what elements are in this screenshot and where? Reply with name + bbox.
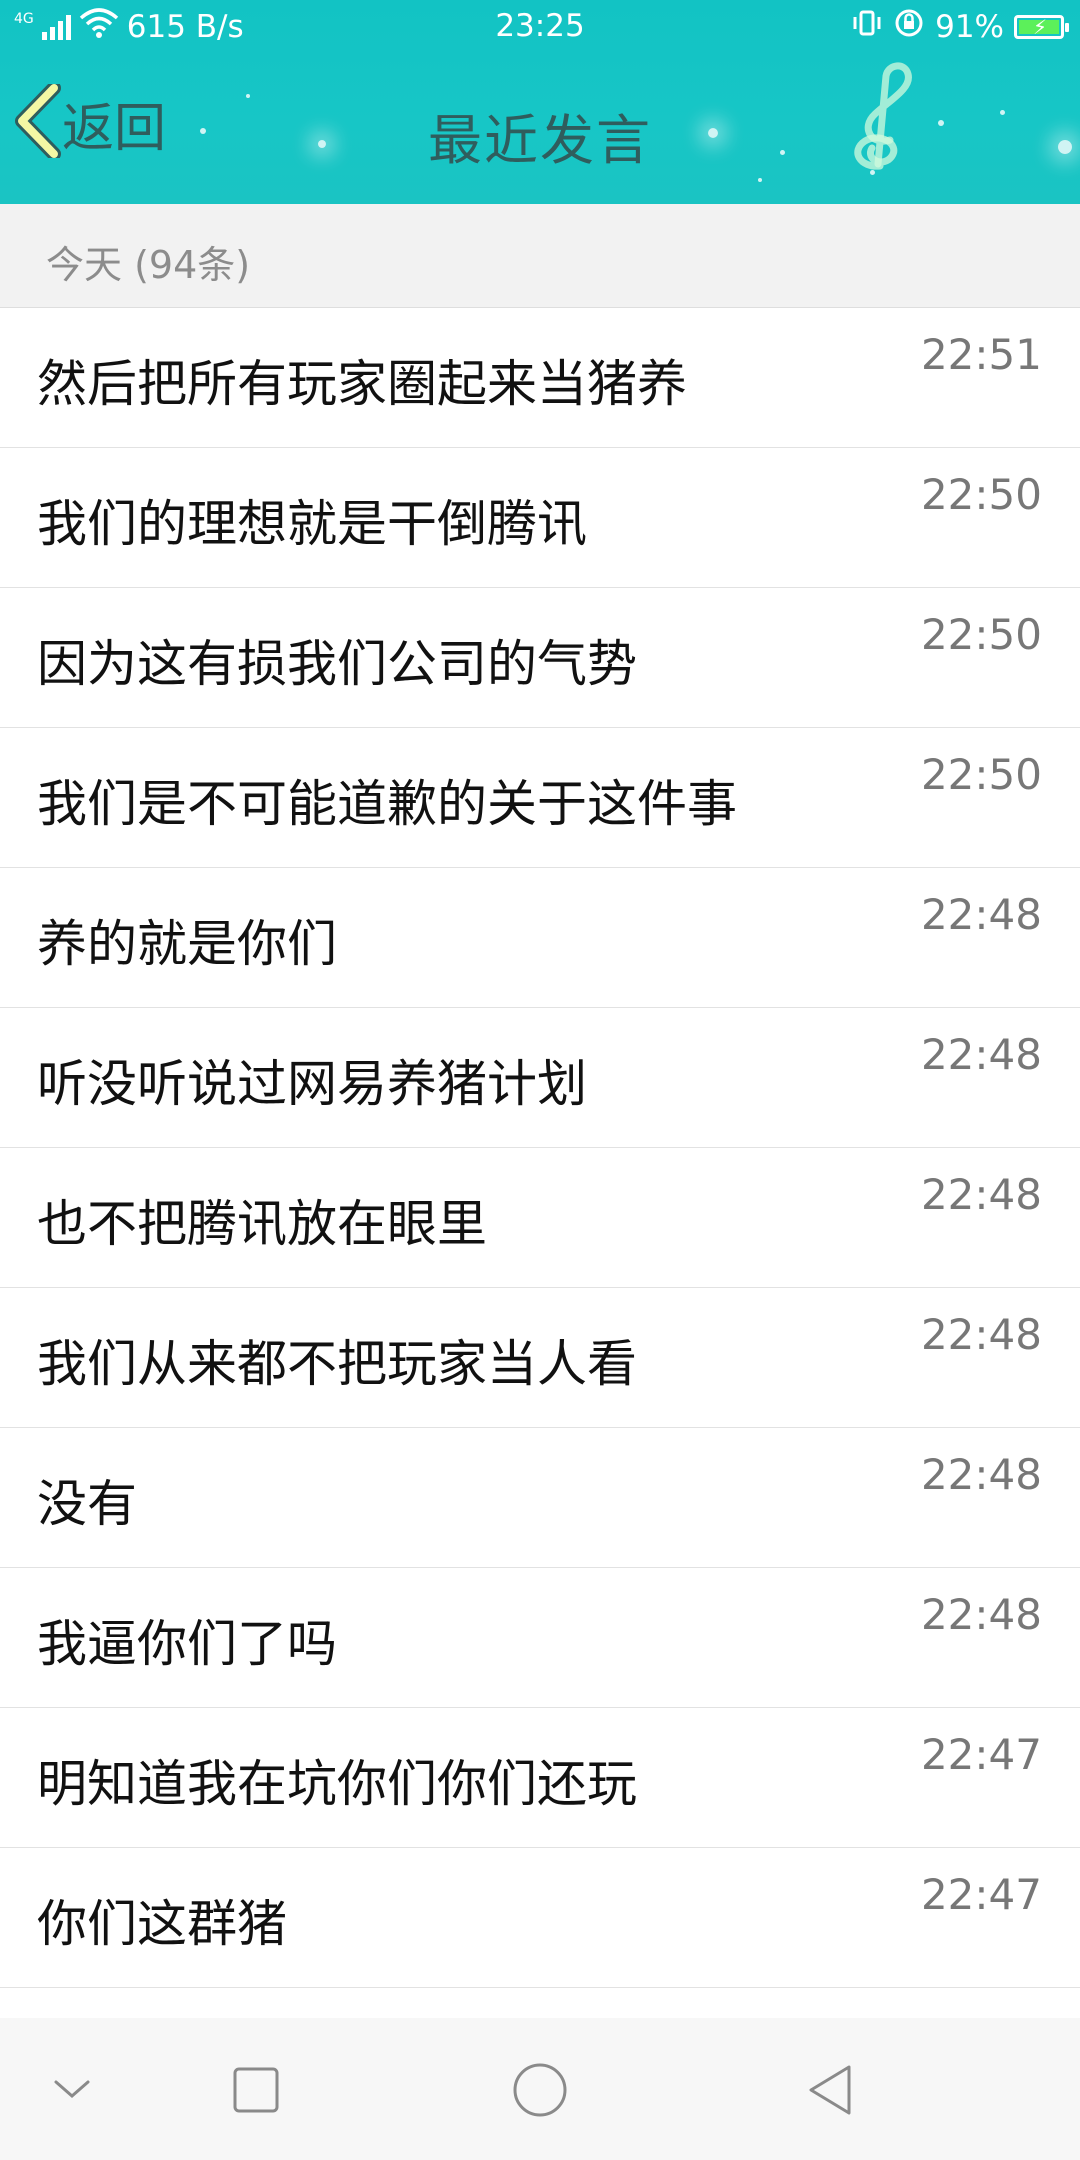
message-time: 22:48 <box>920 1590 1042 1639</box>
battery-charging-icon: ⚡ <box>1014 15 1069 39</box>
message-text: 因为这有损我们公司的气势 <box>37 635 637 693</box>
message-time: 22:50 <box>920 610 1042 659</box>
message-time: 22:48 <box>920 1450 1042 1499</box>
message-time: 22:50 <box>920 750 1042 799</box>
status-right: 91% ⚡ <box>851 8 1069 46</box>
list-item[interactable]: 我们的理想就是干倒腾讯 22:50 <box>0 448 1080 588</box>
message-text: 没有 <box>37 1475 137 1533</box>
rotation-lock-icon <box>893 8 925 46</box>
list-item[interactable]: 你们这群猪 22:47 <box>0 1848 1080 1988</box>
message-text: 我们的理想就是干倒腾讯 <box>37 495 587 553</box>
message-time: 22:48 <box>920 1030 1042 1079</box>
message-text: 我逼你们了吗 <box>37 1615 337 1673</box>
navigation-bar <box>0 2018 1080 2160</box>
message-text: 我们从来都不把玩家当人看 <box>37 1335 637 1393</box>
list-item[interactable]: 然后把所有玩家圈起来当猪养 22:51 <box>0 308 1080 448</box>
message-text: 也不把腾讯放在眼里 <box>37 1195 487 1253</box>
music-note-icon <box>820 56 930 180</box>
chevron-down-icon[interactable] <box>36 2054 108 2126</box>
vibrate-icon <box>851 8 883 46</box>
section-label: 今天 (94条) <box>46 243 251 287</box>
section-header: 今天 (94条) <box>0 204 1080 308</box>
message-text: 明知道我在坑你们你们还玩 <box>37 1755 637 1813</box>
back-triangle-icon[interactable] <box>794 2054 866 2126</box>
message-time: 22:48 <box>920 1310 1042 1359</box>
home-icon[interactable] <box>504 2054 576 2126</box>
list-item[interactable]: 我们是不可能道歉的关于这件事 22:50 <box>0 728 1080 868</box>
message-time: 22:48 <box>920 890 1042 939</box>
message-time: 22:48 <box>920 1170 1042 1219</box>
message-text: 你们这群猪 <box>37 1895 287 1953</box>
list-item[interactable]: 明知道我在坑你们你们还玩 22:47 <box>0 1708 1080 1848</box>
message-list: 然后把所有玩家圈起来当猪养 22:51 我们的理想就是干倒腾讯 22:50 因为… <box>0 308 1080 1988</box>
message-text: 我们是不可能道歉的关于这件事 <box>37 775 737 833</box>
message-time: 22:47 <box>920 1730 1042 1779</box>
message-text: 听没听说过网易养猪计划 <box>37 1055 587 1113</box>
list-item[interactable]: 也不把腾讯放在眼里 22:48 <box>0 1148 1080 1288</box>
message-time: 22:50 <box>920 470 1042 519</box>
recents-icon[interactable] <box>220 2054 292 2126</box>
message-text: 然后把所有玩家圈起来当猪养 <box>37 355 687 413</box>
battery-percent: 91% <box>935 9 1004 45</box>
list-item[interactable]: 听没听说过网易养猪计划 22:48 <box>0 1008 1080 1148</box>
message-time: 22:51 <box>920 330 1042 379</box>
list-item[interactable]: 养的就是你们 22:48 <box>0 868 1080 1008</box>
list-item[interactable]: 因为这有损我们公司的气势 22:50 <box>0 588 1080 728</box>
status-bar: 4G 615 B/s 23:25 91% ⚡ <box>0 0 1080 56</box>
screen: 4G 615 B/s 23:25 91% ⚡ 返回 最近发言 今天 (94条) … <box>0 0 1080 2160</box>
list-item[interactable]: 我逼你们了吗 22:48 <box>0 1568 1080 1708</box>
list-item[interactable]: 没有 22:48 <box>0 1428 1080 1568</box>
list-item[interactable]: 我们从来都不把玩家当人看 22:48 <box>0 1288 1080 1428</box>
title-bar: 返回 最近发言 <box>0 56 1080 204</box>
message-text: 养的就是你们 <box>37 915 337 973</box>
message-time: 22:47 <box>920 1870 1042 1919</box>
